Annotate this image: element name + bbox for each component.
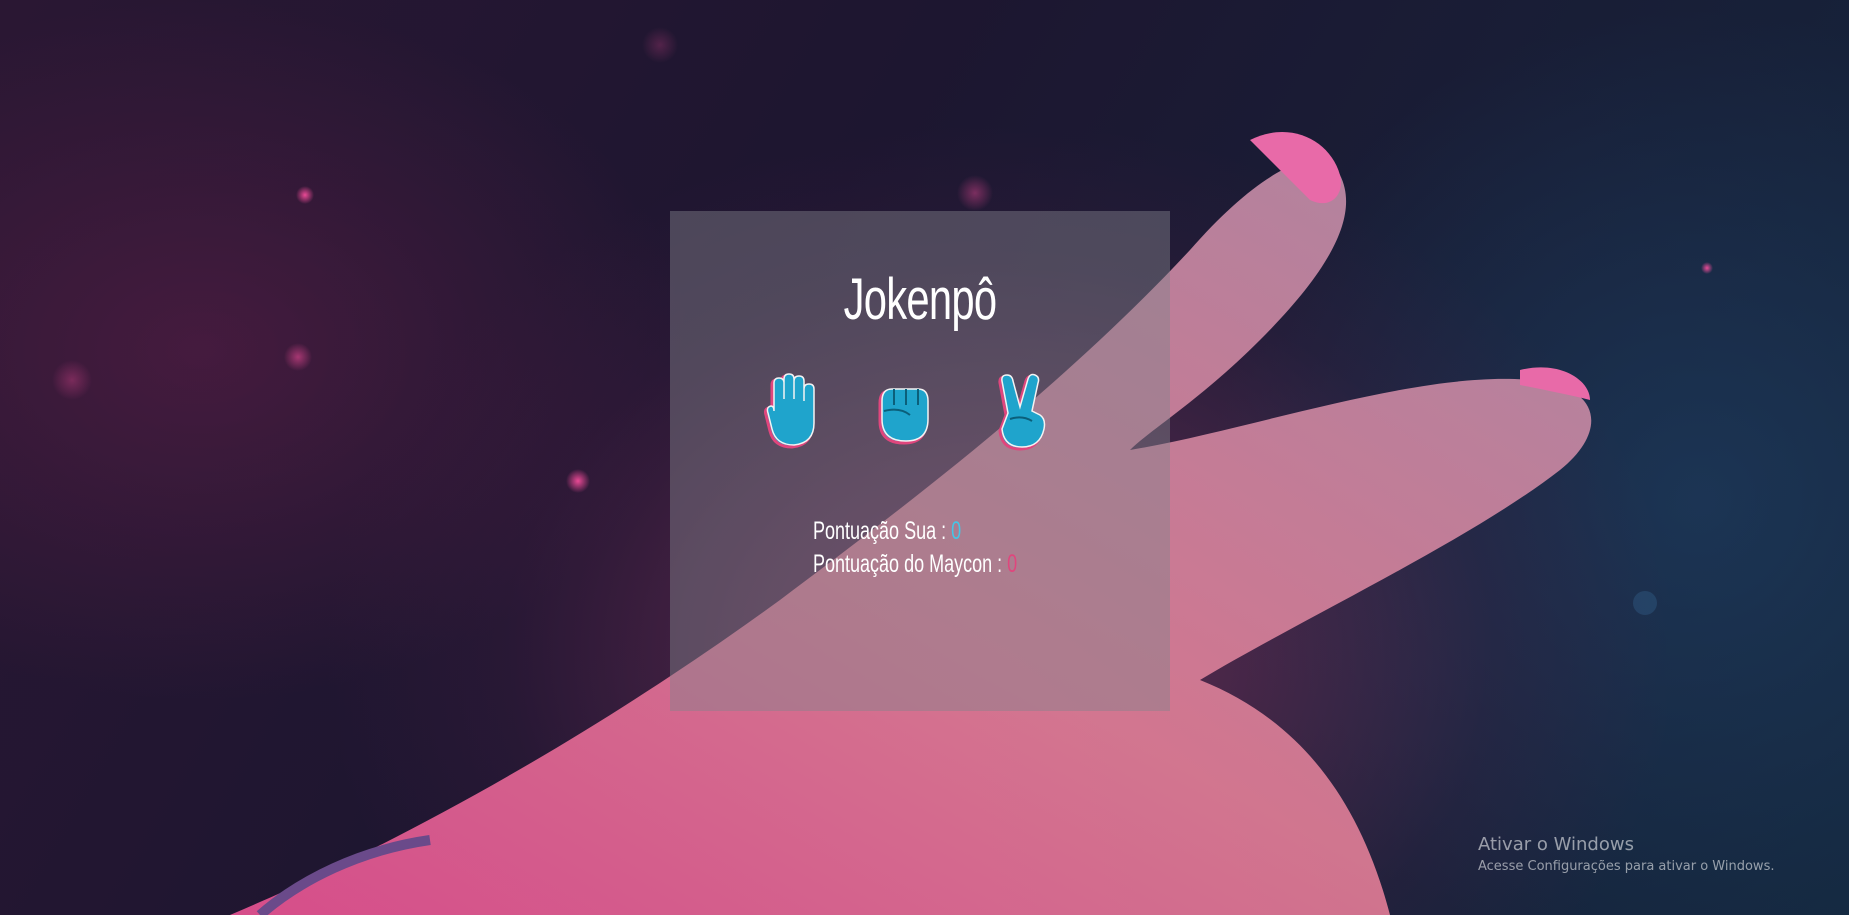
rock-button[interactable] [870, 371, 940, 451]
cpu-score-line: Pontuação do Maycon : 0 [813, 548, 1017, 581]
game-title: Jokenpô [843, 267, 998, 332]
windows-activation-watermark: Ativar o Windows Acesse Configurações pa… [1478, 834, 1774, 874]
cpu-score-label: Pontuação do Maycon : [813, 550, 1008, 578]
watermark-title: Ativar o Windows [1478, 834, 1634, 855]
raised-fist-icon [878, 388, 929, 445]
paper-button[interactable] [760, 371, 830, 451]
scoreboard: Pontuação Sua : 0 Pontuação do Maycon : … [813, 515, 1097, 581]
cpu-score-value: 0 [1007, 550, 1018, 578]
watermark-subtitle: Acesse Configurações para ativar o Windo… [1478, 859, 1775, 874]
choice-row [670, 371, 1170, 451]
raised-hand-icon [763, 373, 815, 449]
scissors-button[interactable] [988, 371, 1058, 451]
player-score-value: 0 [951, 517, 962, 545]
game-panel: Jokenpô Pontuação Sua : 0 Pontuação do M… [670, 211, 1170, 711]
victory-hand-icon [998, 373, 1046, 451]
player-score-line: Pontuação Sua : 0 [813, 515, 1017, 548]
player-score-label: Pontuação Sua : [813, 517, 952, 545]
